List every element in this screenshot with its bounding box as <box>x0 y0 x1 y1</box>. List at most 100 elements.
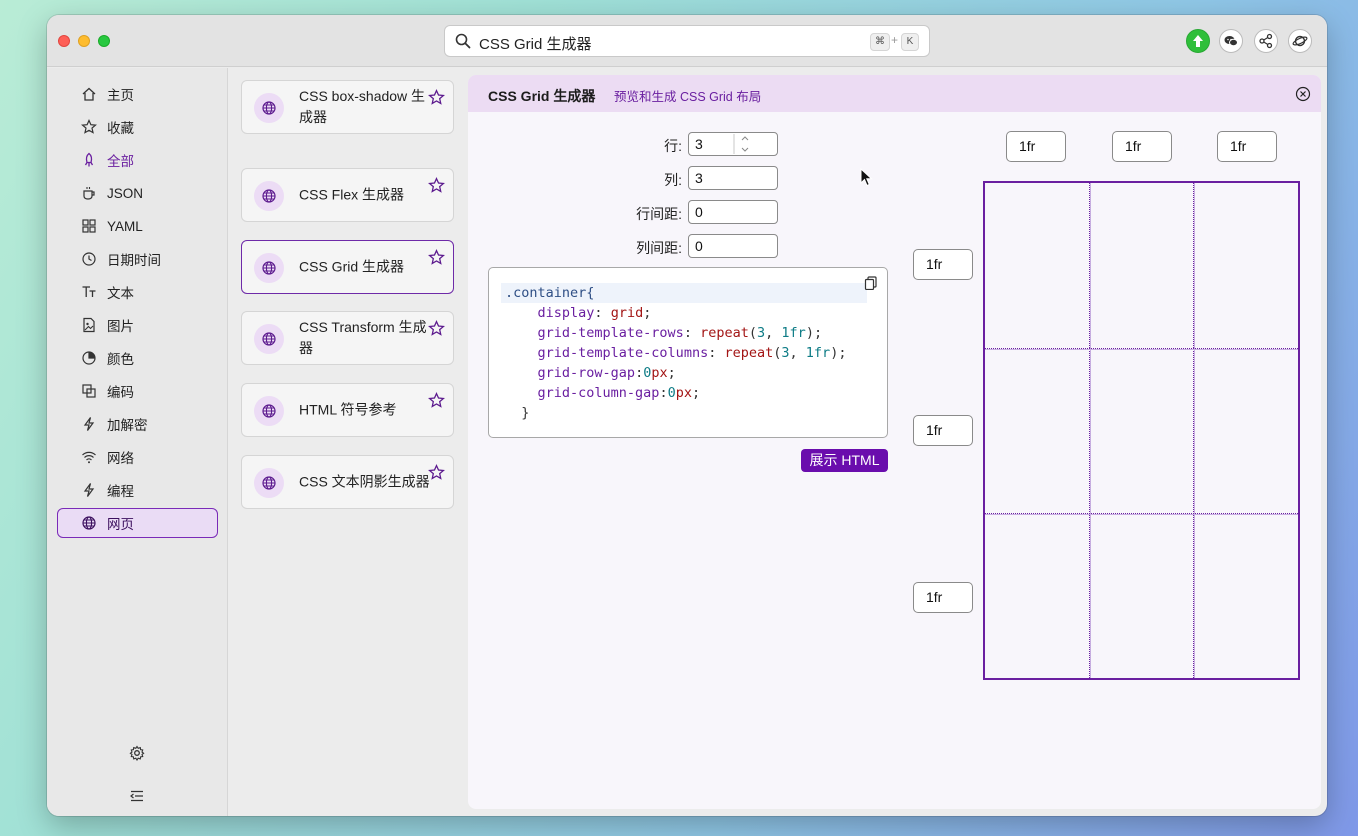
palette-icon <box>82 351 96 365</box>
code-prop: grid-template-columns <box>537 345 709 361</box>
code-closing-brace: } <box>521 405 530 421</box>
shortcut-k-key: K <box>901 33 919 51</box>
code-unit: 1fr <box>805 345 831 361</box>
favorite-star-icon[interactable] <box>428 392 445 409</box>
collapse-sidebar-icon[interactable] <box>129 788 145 804</box>
sidebar-item-label: JSON <box>107 185 144 201</box>
close-icon[interactable] <box>1295 86 1311 102</box>
share-button[interactable] <box>1254 29 1278 53</box>
sidebar-item-programming[interactable]: 编程 <box>57 475 218 505</box>
copy-icon[interactable] <box>864 276 878 290</box>
sidebar-item-datetime[interactable]: 日期时间 <box>57 244 218 274</box>
sidebar-item-yaml[interactable]: YAML <box>57 211 218 241</box>
sidebar-item-all[interactable]: 全部 <box>57 145 218 175</box>
upload-button[interactable] <box>1186 29 1210 53</box>
sidebar-item-web[interactable]: 网页 <box>57 508 218 538</box>
sidebar-item-label: 编程 <box>107 484 134 499</box>
coffee-icon <box>83 187 95 200</box>
code-line-2: display: grid; <box>537 305 652 321</box>
code-prop: display <box>537 305 595 321</box>
sidebar-item-image[interactable]: 图片 <box>57 310 218 340</box>
sidebar-item-encode[interactable]: 编码 <box>57 376 218 406</box>
tool-list: CSS box-shadow 生成器 CSS Flex 生成器 CSS Grid… <box>229 68 467 816</box>
sidebar-item-crypto[interactable]: 加解密 <box>57 409 218 439</box>
globe-icon <box>262 404 276 418</box>
wifi-icon <box>82 451 96 464</box>
sidebar-item-label: 网络 <box>107 451 134 466</box>
tool-card-transform[interactable]: CSS Transform 生成器 <box>241 311 454 365</box>
search-bar[interactable]: CSS Grid 生成器 ⌘ + K <box>444 25 930 57</box>
rocket-icon <box>84 152 94 167</box>
tool-card-label: HTML 符号参考 <box>299 401 397 418</box>
code-unit: px <box>675 385 692 401</box>
show-html-button[interactable]: 展示 HTML <box>801 449 888 472</box>
sidebar-item-home[interactable]: 主页 <box>57 79 218 109</box>
minimize-window-button[interactable] <box>78 35 90 47</box>
bolt-icon <box>83 417 95 431</box>
tool-card-icon <box>254 253 284 283</box>
code-output[interactable]: .container{ display: grid; grid-template… <box>488 267 888 438</box>
tool-card-grid[interactable]: CSS Grid 生成器 <box>241 240 454 294</box>
tool-card-flex[interactable]: CSS Flex 生成器 <box>241 168 454 222</box>
tool-card-label: CSS box-shadow 生成器 <box>299 88 426 125</box>
code-line-4: grid-template-columns: repeat(3, 1fr); <box>537 345 847 361</box>
settings-gear-icon[interactable] <box>129 745 145 761</box>
col-3-size-input[interactable]: 1fr <box>1217 131 1277 162</box>
code-line-5: grid-row-gap:0px; <box>537 365 676 381</box>
favorite-star-icon[interactable] <box>428 177 445 194</box>
tool-card-icon <box>254 468 284 498</box>
code-num: 3 <box>781 345 790 361</box>
col-gap-input[interactable]: 0 <box>688 234 778 258</box>
cols-input[interactable]: 3 <box>688 166 778 190</box>
sidebar-item-favorites[interactable]: 收藏 <box>57 112 218 142</box>
row-3-size-input[interactable]: 1fr <box>913 582 973 613</box>
grid-row-line <box>985 349 1298 350</box>
sidebar-item-label: 全部 <box>107 154 134 169</box>
rows-label: 行: <box>664 138 682 154</box>
code-prop: grid-template-rows <box>537 325 684 341</box>
home-icon <box>82 87 96 101</box>
sidebar-item-label: 日期时间 <box>107 253 161 268</box>
rows-stepper[interactable] <box>733 132 757 156</box>
globe-icon <box>262 189 276 203</box>
shortcut-plus: + <box>891 33 899 47</box>
tool-card-html-symbols[interactable]: HTML 符号参考 <box>241 383 454 437</box>
col-1-size-input[interactable]: 1fr <box>1006 131 1066 162</box>
upload-icon <box>1193 35 1203 47</box>
wechat-button[interactable] <box>1219 29 1243 53</box>
tool-card-label: CSS Transform 生成器 <box>299 319 427 356</box>
planet-icon <box>1292 35 1308 47</box>
main-header: CSS Grid 生成器 预览和生成 CSS Grid 布局 <box>468 75 1321 112</box>
favorite-star-icon[interactable] <box>428 320 445 337</box>
sidebar-item-network[interactable]: 网络 <box>57 442 218 472</box>
planet-button[interactable] <box>1288 29 1312 53</box>
globe-icon <box>262 101 276 115</box>
favorite-star-icon[interactable] <box>428 464 445 481</box>
search-text: CSS Grid 生成器 <box>479 36 592 53</box>
sidebar-item-text[interactable]: 文本 <box>57 277 218 307</box>
code-line-6: grid-column-gap:0px; <box>537 385 701 401</box>
tool-card-text-shadow[interactable]: CSS 文本阴影生成器 <box>241 455 454 509</box>
mouse-cursor-icon <box>860 168 873 187</box>
row-1-size-input[interactable]: 1fr <box>913 249 973 280</box>
code-num: 3 <box>757 325 766 341</box>
close-window-button[interactable] <box>58 35 70 47</box>
search-icon <box>455 33 471 49</box>
sidebar-item-label: 主页 <box>107 88 134 103</box>
favorite-star-icon[interactable] <box>428 249 445 266</box>
tool-card-icon <box>254 396 284 426</box>
sidebar-item-label: 颜色 <box>107 352 134 367</box>
col-2-size-input[interactable]: 1fr <box>1112 131 1172 162</box>
tool-card-box-shadow[interactable]: CSS box-shadow 生成器 <box>241 80 454 134</box>
sidebar-item-label: 网页 <box>107 517 134 532</box>
code-unit: 1fr <box>781 325 806 341</box>
favorite-star-icon[interactable] <box>428 89 445 106</box>
grid-preview <box>983 181 1300 680</box>
sidebar-item-color[interactable]: 颜色 <box>57 343 218 373</box>
row-2-size-input[interactable]: 1fr <box>913 415 973 446</box>
globe-icon <box>262 476 276 490</box>
row-gap-input[interactable]: 0 <box>688 200 778 224</box>
zoom-window-button[interactable] <box>98 35 110 47</box>
tool-card-icon <box>254 181 284 211</box>
sidebar-item-json[interactable]: JSON <box>57 178 218 208</box>
